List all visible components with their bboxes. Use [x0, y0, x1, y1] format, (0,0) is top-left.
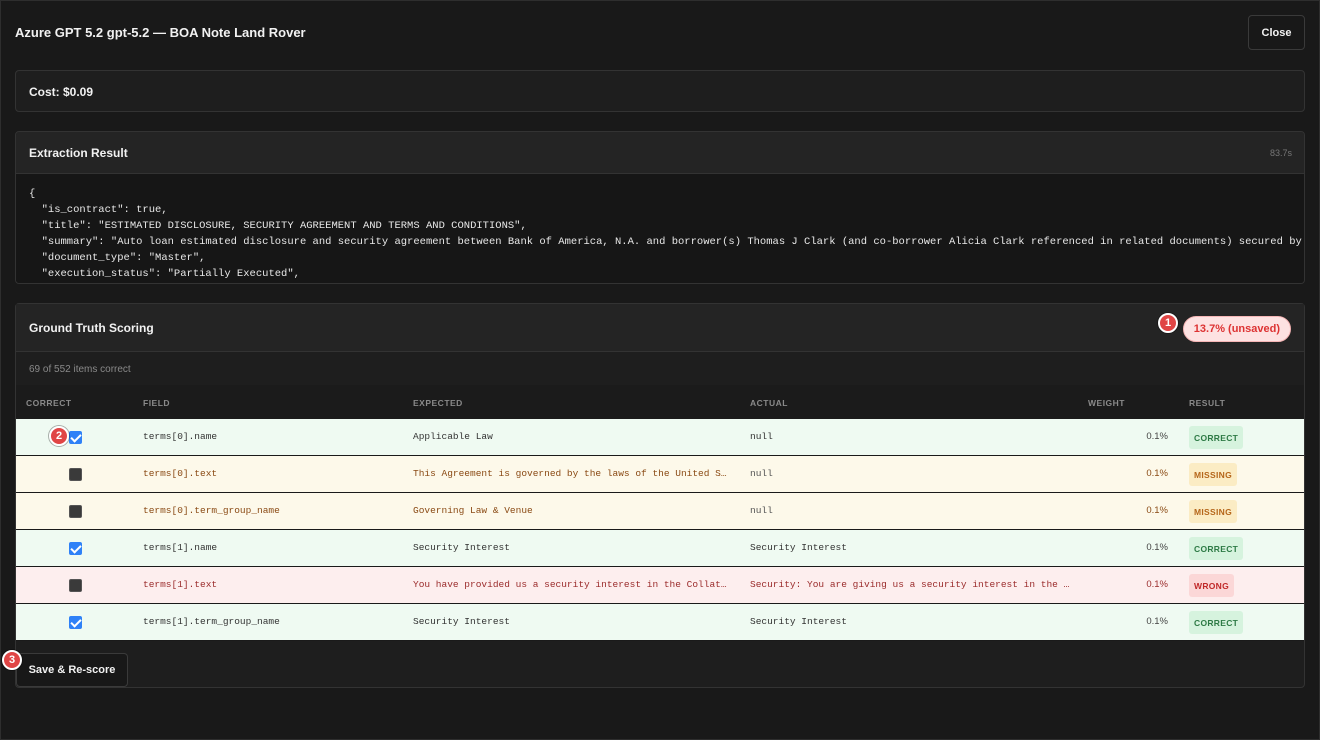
- col-expected: EXPECTED: [413, 398, 463, 408]
- result-badge: CORRECT: [1189, 537, 1244, 560]
- extraction-title: Extraction Result: [29, 146, 128, 160]
- correct-checkbox[interactable]: [69, 616, 82, 629]
- table-row: terms[1].text You have provided us a secu…: [16, 567, 1304, 604]
- scoring-title: Ground Truth Scoring: [29, 321, 154, 335]
- col-weight: WEIGHT: [1088, 398, 1125, 408]
- table-row: terms[0].name Applicable Law null 0.1% CORRE…: [16, 419, 1304, 456]
- table-row: terms[1].name Security Interest Security I…: [16, 530, 1304, 567]
- field-cell: terms[0].name: [143, 431, 218, 442]
- table-row: terms[1].term_group_name Security Interes…: [16, 604, 1304, 641]
- weight-cell: 0.1%: [1146, 579, 1168, 590]
- json-line: "summary": "Auto loan estimated disclosu…: [29, 236, 1302, 248]
- weight-cell: 0.1%: [1146, 616, 1168, 627]
- actual-cell: Security: You are giving us a security i…: [750, 579, 1070, 590]
- extraction-result-panel: Extraction Result 83.7s { "is_contract":…: [15, 131, 1305, 284]
- cost-label: Cost: $0.09: [29, 85, 94, 99]
- actual-cell: null: [750, 431, 773, 442]
- json-line: {: [29, 188, 36, 200]
- col-result: RESULT: [1189, 398, 1226, 408]
- field-cell: terms[0].text: [143, 468, 218, 479]
- close-button[interactable]: Close: [1248, 15, 1305, 50]
- scoring-header: Ground Truth Scoring 13.7% (unsaved) 1: [16, 304, 1304, 352]
- items-correct-count: 69 of 552 items correct: [29, 364, 131, 375]
- weight-cell: 0.1%: [1146, 542, 1168, 553]
- correct-checkbox[interactable]: [69, 431, 82, 444]
- expected-cell: Security Interest: [413, 616, 510, 627]
- col-correct: CORRECT: [26, 398, 72, 408]
- expected-cell: Security Interest: [413, 542, 510, 553]
- result-badge: CORRECT: [1189, 611, 1244, 634]
- scoring-table-body: terms[0].name Applicable Law null 0.1% CORRE…: [16, 419, 1304, 641]
- weight-cell: 0.1%: [1146, 431, 1168, 442]
- col-field: FIELD: [143, 398, 171, 408]
- result-badge: CORRECT: [1189, 426, 1244, 449]
- correct-checkbox[interactable]: [69, 468, 82, 481]
- modal-title: Azure GPT 5.2 gpt-5.2 — BOA Note Land Ro…: [15, 25, 306, 40]
- expected-cell: Applicable Law: [413, 431, 493, 442]
- score-badge: 13.7% (unsaved): [1182, 316, 1291, 342]
- result-badge: WRONG: [1189, 574, 1235, 597]
- col-actual: ACTUAL: [750, 398, 788, 408]
- expected-cell: You have provided us a security interest…: [413, 579, 731, 590]
- annotation-marker-1: 1: [1158, 313, 1178, 333]
- table-row: terms[0].text This Agreement is governed …: [16, 456, 1304, 493]
- weight-cell: 0.1%: [1146, 468, 1168, 479]
- extraction-duration: 83.7s: [1269, 148, 1292, 158]
- json-line: "title": "ESTIMATED DISCLOSURE, SECURITY…: [29, 220, 527, 232]
- field-cell: terms[1].name: [143, 542, 218, 553]
- annotation-marker-3: 3: [2, 650, 22, 670]
- actual-cell: null: [750, 505, 773, 516]
- ground-truth-scoring-panel: Ground Truth Scoring 13.7% (unsaved) 1 6…: [2, 303, 1305, 688]
- correct-checkbox[interactable]: [69, 579, 82, 592]
- field-cell: terms[1].term_group_name: [143, 616, 280, 627]
- extraction-json[interactable]: { "is_contract": true, "title": "ESTIMAT…: [16, 174, 1304, 283]
- evaluation-modal: Azure GPT 5.2 gpt-5.2 — BOA Note Land Ro…: [0, 0, 1320, 740]
- json-line: "is_contract": true,: [29, 204, 168, 216]
- field-cell: terms[1].text: [143, 579, 218, 590]
- annotation-marker-2: 2: [49, 426, 69, 446]
- extraction-header: Extraction Result 83.7s: [16, 132, 1304, 174]
- result-badge: MISSING: [1189, 500, 1237, 523]
- result-badge: MISSING: [1189, 463, 1237, 486]
- modal-header: Azure GPT 5.2 gpt-5.2 — BOA Note Land Ro…: [15, 15, 1305, 51]
- correct-checkbox[interactable]: [69, 542, 82, 555]
- table-header: CORRECT FIELD EXPECTED ACTUAL WEIGHT RES…: [16, 385, 1304, 419]
- json-line: "execution_status": "Partially Executed"…: [29, 268, 300, 280]
- json-line: "document_type": "Master",: [29, 252, 206, 264]
- weight-cell: 0.1%: [1146, 505, 1168, 516]
- actual-cell: Security Interest: [750, 542, 847, 553]
- cost-panel: Cost: $0.09: [15, 70, 1305, 112]
- expected-cell: Governing Law & Venue: [413, 505, 533, 516]
- actual-cell: Security Interest: [750, 616, 847, 627]
- expected-cell: This Agreement is governed by the laws o…: [413, 468, 731, 479]
- field-cell: terms[0].term_group_name: [143, 505, 280, 516]
- table-row: terms[0].term_group_name Governing Law & …: [16, 493, 1304, 530]
- correct-checkbox[interactable]: [69, 505, 82, 518]
- save-rescore-button[interactable]: Save & Re-score: [16, 653, 128, 687]
- actual-cell: null: [750, 468, 773, 479]
